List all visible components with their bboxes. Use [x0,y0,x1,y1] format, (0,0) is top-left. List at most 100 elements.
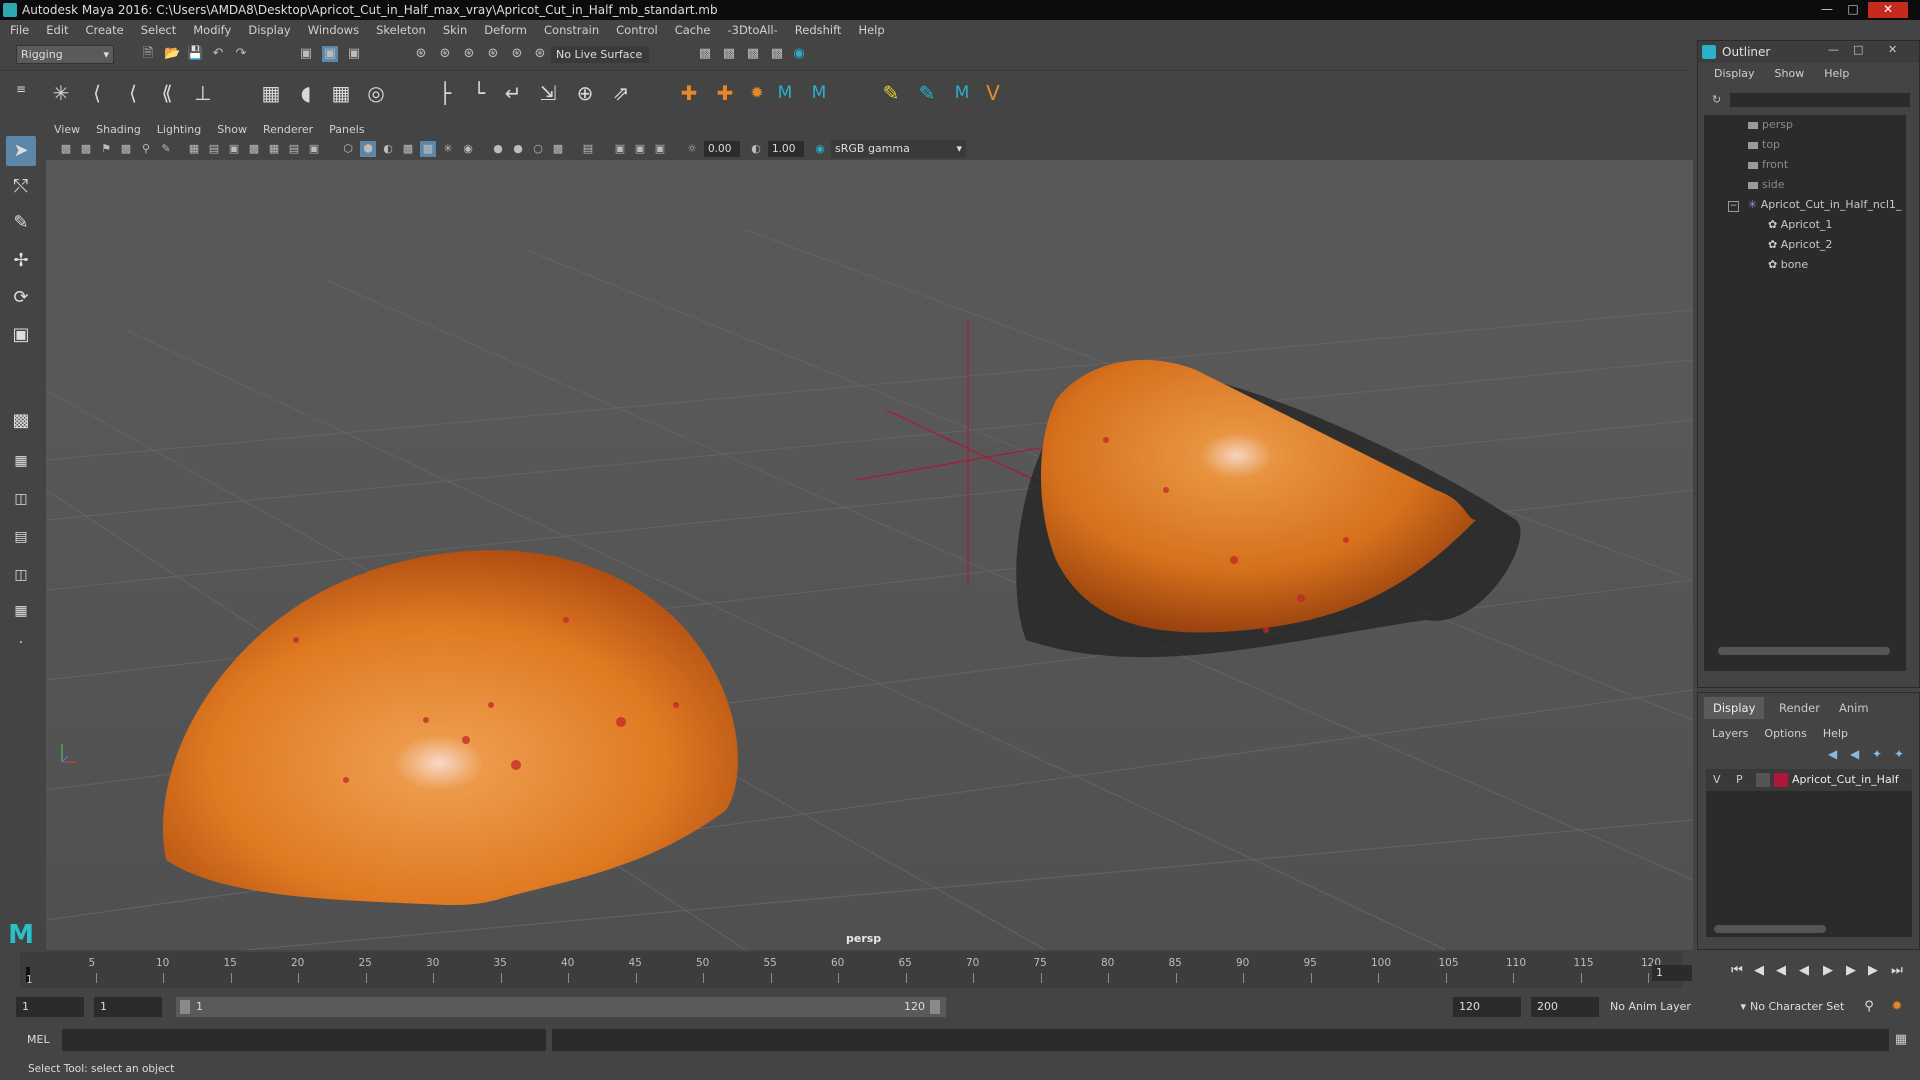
range-end-handle[interactable] [930,1000,940,1014]
menu-help[interactable]: Help [858,23,884,37]
toolbox-expand-icon[interactable]: · [6,628,36,658]
smooth-shade-icon[interactable]: ⬢ [360,141,376,157]
range-start-handle[interactable] [180,1000,190,1014]
step-back-frame-icon[interactable]: ◀ [1772,961,1790,981]
outliner-item-top[interactable]: top [1748,135,1780,155]
screen-space-ao-icon[interactable]: ✳ [440,141,456,157]
menu-cache[interactable]: Cache [675,23,711,37]
maya-tool-2-icon[interactable]: M [806,80,832,106]
menu-control[interactable]: Control [616,23,658,37]
safe-action-icon[interactable]: ▤ [286,141,302,157]
undo-icon[interactable]: ↶ [210,46,226,62]
playback-end-field[interactable]: 120 [1453,997,1521,1017]
lasso-tool-icon[interactable]: ⤲ [6,172,36,202]
joint-tool-icon[interactable]: ✳ [48,80,74,106]
scale-tool-icon[interactable]: ▣ [6,320,36,350]
layer-menu-help[interactable]: Help [1823,727,1848,740]
exposure-icon[interactable]: ☼ [684,141,700,157]
locator-icon[interactable]: ✚ [676,80,702,106]
animation-start-field[interactable]: 1 [16,997,84,1017]
snap-grid-icon[interactable]: ⊛ [413,46,429,62]
outliner-minimize-icon[interactable]: — [1828,43,1839,56]
motion-blur-icon[interactable]: ◉ [460,141,476,157]
xray-icon[interactable]: ● [490,141,506,157]
outliner-item-group[interactable]: ✳ Apricot_Cut_in_Half_ncl1_ [1748,195,1901,215]
ik-spline-icon[interactable]: ⟨ [120,80,146,106]
outliner-search-input[interactable] [1730,93,1910,107]
outliner-item-apricot-2[interactable]: ✿ Apricot_2 [1768,235,1832,255]
cluster-icon[interactable]: ◎ [363,80,389,106]
move-layer-down-icon[interactable]: ◀ [1850,747,1859,761]
default-lighting-icon[interactable]: ◐ [380,141,396,157]
ik-handle-icon[interactable]: ⟨ [84,80,110,106]
2d-pan-zoom-icon[interactable]: ⚲ [138,141,154,157]
orient-constraint-icon[interactable]: ↵ [500,80,526,106]
outliner-item-persp[interactable]: persp [1748,115,1793,135]
layer-menu-layers[interactable]: Layers [1712,727,1748,740]
aim-constraint-icon[interactable]: ⊕ [572,80,598,106]
film-gate-icon[interactable]: ▤ [206,141,222,157]
xray-joints-icon[interactable]: ● [510,141,526,157]
insert-joint-icon[interactable]: ⟪ [154,80,180,106]
outliner-vertical-scrollbar[interactable] [1894,115,1904,645]
exposure-field[interactable]: 0.00 [704,141,740,157]
move-tool-icon[interactable]: ✢ [6,246,36,276]
select-object-icon[interactable]: ▣ [322,46,338,62]
safe-title-icon[interactable]: ▣ [306,141,322,157]
ipr-render-icon[interactable]: ▩ [745,46,761,62]
close-icon[interactable]: ✕ [1868,2,1908,18]
select-tool-icon[interactable]: ➤ [6,136,36,166]
snap-view-plane-icon[interactable]: ⊛ [485,46,501,62]
viewport-frame-all-icon[interactable]: ▣ [632,141,648,157]
hud-icon[interactable]: ▤ [580,141,596,157]
locator-joint-icon[interactable]: ✚ [712,80,738,106]
anim-layer-select[interactable]: No Anim Layer ▾ [1610,997,1750,1017]
paint-weights-icon[interactable]: ◖ [293,80,319,106]
outliner-item-side[interactable]: side [1748,175,1785,195]
playback-start-field[interactable]: 1 [94,997,162,1017]
render-view-icon[interactable]: ▩ [697,46,713,62]
new-layer-icon[interactable]: ✦ [1872,747,1882,761]
maya-tool-3-icon[interactable]: M [949,80,975,106]
mirror-joint-icon[interactable]: ⊥ [190,80,216,106]
menu-deform[interactable]: Deform [484,23,527,37]
perspective-viewport[interactable] [46,160,1693,950]
layer-display-type[interactable] [1756,773,1770,787]
tab-display[interactable]: Display [1704,697,1765,719]
snap-curve-icon[interactable]: ⊛ [437,46,453,62]
range-slider[interactable]: 1 120 [176,997,946,1017]
move-layer-up-icon[interactable]: ◀ [1828,747,1837,761]
orange-tool-icon[interactable]: ✹ [744,80,770,106]
shelf-options-icon[interactable]: ≡ [8,76,34,102]
outliner-item-apricot-1[interactable]: ✿ Apricot_1 [1768,215,1832,235]
point-constraint-icon[interactable]: └ [466,80,492,106]
brush-tool-icon[interactable]: ✎ [914,80,940,106]
wireframe-icon[interactable]: ⬡ [340,141,356,157]
outliner-menu-help[interactable]: Help [1824,67,1849,80]
shadows-icon[interactable]: ▩ [420,141,436,157]
menu-select[interactable]: Select [141,23,176,37]
scale-constraint-icon[interactable]: ⇲ [535,80,561,106]
camera-attributes-icon[interactable]: ▩ [78,141,94,157]
menu-constrain[interactable]: Constrain [544,23,599,37]
persp-graph-icon[interactable]: ◫ [6,560,36,590]
highlight-tool-icon[interactable]: ✎ [878,80,904,106]
step-forward-key-icon[interactable]: ▶ [1864,961,1882,981]
backface-culling-icon[interactable]: ○ [530,141,546,157]
animation-end-field[interactable]: 200 [1531,997,1599,1017]
resolution-gate-icon[interactable]: ▣ [226,141,242,157]
four-view-icon[interactable]: ▦ [6,446,36,476]
select-component-icon[interactable]: ▣ [346,46,362,62]
step-forward-frame-icon[interactable]: ▶ [1842,961,1860,981]
menu-edit[interactable]: Edit [46,23,68,37]
redo-icon[interactable]: ↷ [233,46,249,62]
menu-modify[interactable]: Modify [193,23,231,37]
collapse-toggle-icon[interactable]: − [1728,201,1739,212]
viewport-frame-icon[interactable]: ▣ [612,141,628,157]
hypershade-layout-icon[interactable]: ▦ [6,596,36,626]
textured-icon[interactable]: ▩ [400,141,416,157]
tab-anim[interactable]: Anim [1830,697,1878,719]
snap-point-icon[interactable]: ⊛ [461,46,477,62]
maya-tool-icon[interactable]: M [772,80,798,106]
gate-mask-icon[interactable]: ▩ [246,141,262,157]
